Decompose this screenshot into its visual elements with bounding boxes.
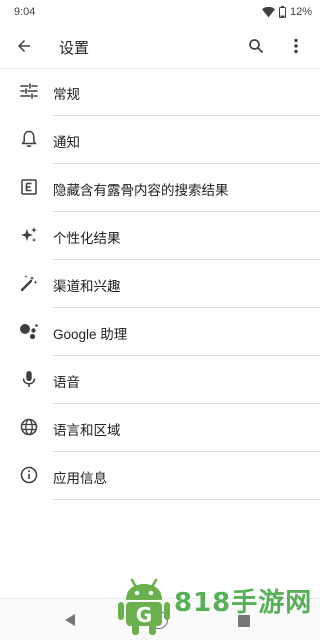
sparkle-icon <box>18 224 40 246</box>
app-bar: 设置 <box>0 24 320 68</box>
more-vert-icon[interactable] <box>286 34 306 58</box>
info-icon <box>18 464 40 486</box>
globe-icon <box>18 416 40 438</box>
search-icon[interactable] <box>244 34 268 58</box>
settings-item-label: 应用信息 <box>53 471 107 486</box>
bell-icon <box>18 128 40 150</box>
battery-percent: 12% <box>289 6 312 18</box>
settings-item-channels-interests[interactable]: 渠道和兴趣 <box>0 260 320 308</box>
arrow-back-icon[interactable] <box>12 34 36 58</box>
settings-item-personalized-results[interactable]: 个性化结果 <box>0 212 320 260</box>
status-bar: 9:04 12% <box>0 0 320 24</box>
settings-item-general[interactable]: 常规 <box>0 68 320 116</box>
watermark-text: 818手游网 <box>174 588 313 618</box>
status-time: 9:04 <box>14 6 36 18</box>
settings-item-label: 隐藏含有露骨内容的搜索结果 <box>53 183 229 198</box>
divider <box>52 499 320 500</box>
settings-item-label: Google 助理 <box>53 327 128 342</box>
nav-back-icon[interactable] <box>64 613 76 632</box>
settings-item-google-assistant[interactable]: Google 助理 <box>0 308 320 356</box>
tune-icon <box>18 80 40 102</box>
assistant-icon <box>18 320 40 342</box>
battery-icon <box>278 6 286 18</box>
settings-item-label: 渠道和兴趣 <box>53 279 121 294</box>
settings-item-notifications[interactable]: 通知 <box>0 116 320 164</box>
settings-item-explicit-filter[interactable]: 隐藏含有露骨内容的搜索结果 <box>0 164 320 212</box>
microphone-icon <box>18 368 40 390</box>
watermark-logo-letter: G <box>136 603 152 627</box>
settings-item-label: 语音 <box>53 375 80 390</box>
android-robot-logo: G <box>118 576 170 640</box>
watermark: G 818手游网 <box>118 572 318 636</box>
settings-item-label: 通知 <box>53 135 80 150</box>
settings-item-label: 个性化结果 <box>53 231 121 246</box>
settings-list: 常规 通知 隐藏含有露骨内容的搜索结果 个性化结果 渠道和兴趣 Google 助… <box>0 68 320 500</box>
status-icons: 12% <box>261 6 312 18</box>
settings-item-label: 常规 <box>53 87 80 102</box>
settings-item-voice[interactable]: 语音 <box>0 356 320 404</box>
wifi-icon <box>261 6 275 18</box>
magic-wand-icon <box>18 272 40 294</box>
settings-item-app-info[interactable]: 应用信息 <box>0 452 320 500</box>
explicit-icon <box>18 176 40 198</box>
page-title: 设置 <box>59 40 90 57</box>
settings-item-label: 语言和区域 <box>53 423 121 438</box>
settings-item-language-region[interactable]: 语言和区域 <box>0 404 320 452</box>
